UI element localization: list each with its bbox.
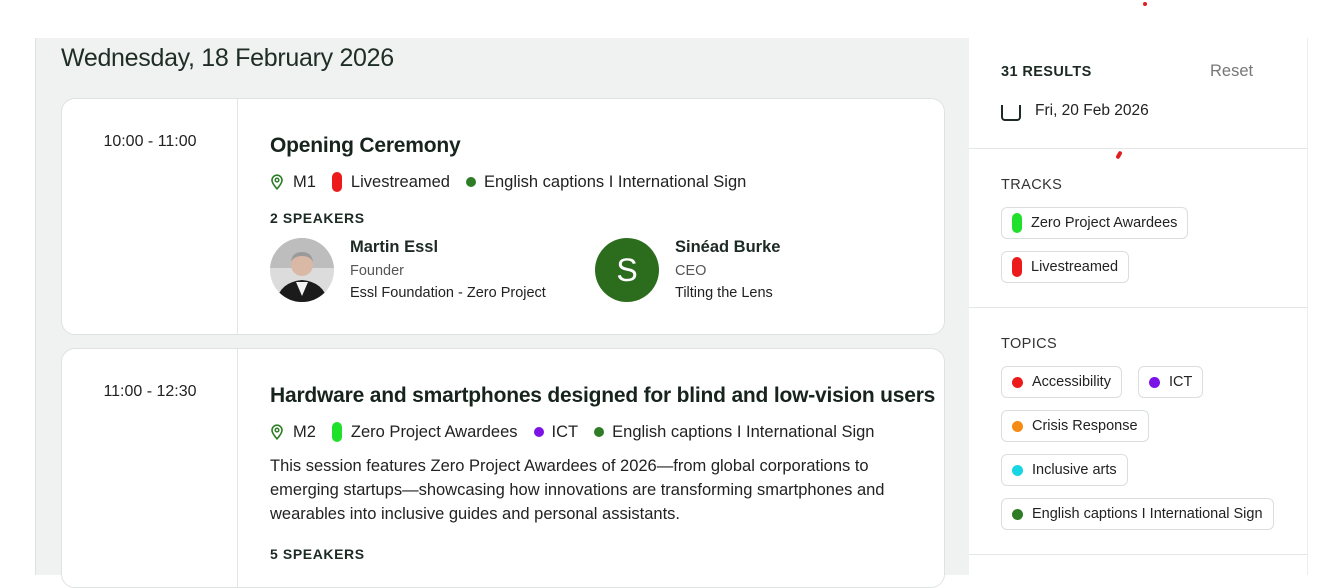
tag-label: English captions I International Sign (483, 172, 747, 191)
livestreamed-pill-icon (331, 172, 342, 192)
location-pin-icon (271, 424, 283, 440)
speakers-label: 5 SPEAKERS (270, 546, 365, 562)
speaker-photo-avatar (270, 238, 334, 302)
green-pill-icon (1012, 213, 1022, 233)
session-time: 11:00 - 12:30 (103, 383, 197, 400)
speaker-name: Martin Essl (350, 238, 439, 256)
filter-label: English captions I International Sign (1032, 506, 1263, 522)
track-filter-livestreamed[interactable]: Livestreamed (1001, 251, 1130, 283)
red-dot-icon (1012, 376, 1023, 388)
time-column: 11:00 - 12:30 (62, 349, 238, 587)
filter-sidebar: 31 RESULTS Reset Fri, 20 Feb 2026 TRACKS… (969, 38, 1307, 575)
date-checkbox[interactable] (1001, 105, 1021, 121)
cyan-dot-icon (1012, 464, 1023, 476)
topics-label: TOPICS (1001, 336, 1058, 352)
reset-button[interactable]: Reset (1210, 62, 1253, 81)
topic-filter-inclusive-arts[interactable]: Inclusive arts (1001, 454, 1128, 486)
speaker-name: Sinéad Burke (675, 238, 781, 256)
tag-label: English captions I International Sign (612, 422, 875, 441)
track-tag: Zero Project Awardees (331, 422, 518, 442)
topic-tag: ICT (533, 422, 579, 442)
speaker-org: Essl Foundation - Zero Project (350, 285, 546, 301)
session-description: This session features Zero Project Award… (270, 457, 885, 523)
location-pin-icon (271, 174, 283, 190)
red-pill-icon (1012, 257, 1022, 277)
location-label: M2 (293, 422, 316, 441)
topic-filter-ict[interactable]: ICT (1138, 366, 1204, 398)
captions-dot-icon (465, 177, 476, 187)
filter-label: Inclusive arts (1032, 462, 1117, 478)
topic-tag: English captions I International Sign (594, 423, 874, 442)
page-edge (1307, 38, 1325, 575)
speakers-list: Martin Essl Founder Essl Foundation - Ze… (270, 238, 924, 308)
topic-filter-english-captions[interactable]: English captions I International Sign (1001, 498, 1274, 530)
purple-dot-icon (1149, 376, 1160, 388)
session-time: 10:00 - 11:00 (103, 133, 197, 150)
topic-filter-accessibility[interactable]: Accessibility (1001, 366, 1122, 398)
time-column: 10:00 - 11:00 (62, 99, 238, 334)
speakers-label: 2 SPEAKERS (270, 210, 365, 226)
session-title[interactable]: Opening Ceremony (270, 134, 924, 158)
track-filter-zero-project-awardees[interactable]: Zero Project Awardees (1001, 207, 1189, 239)
speaker-letter-avatar: S (595, 238, 659, 302)
location-label: M1 (293, 172, 316, 191)
tag-label: Zero Project Awardees (350, 422, 518, 441)
topic-tag: English captions I International Sign (465, 172, 747, 192)
filter-label: Livestreamed (1031, 259, 1119, 275)
tag-label: ICT (551, 422, 579, 441)
divider (969, 554, 1307, 555)
divider (969, 148, 1307, 149)
location: M2 (270, 423, 316, 442)
location: M1 (270, 173, 316, 192)
captions-dot-icon (594, 427, 605, 437)
red-mark (1115, 150, 1123, 160)
ict-dot-icon (533, 427, 544, 437)
speaker-role: CEO (675, 263, 707, 279)
topic-filter-crisis-response[interactable]: Crisis Response (1001, 410, 1149, 442)
speaker-role: Founder (350, 263, 405, 279)
orange-dot-icon (1012, 420, 1023, 432)
speaker-info: Sinéad Burke CEO Tilting the Lens (675, 238, 780, 301)
speaker-info: Martin Essl Founder Essl Foundation - Ze… (350, 238, 546, 301)
filter-label: Zero Project Awardees (1031, 215, 1178, 231)
session-card[interactable]: 11:00 - 12:30 Hardware and smartphones d… (61, 348, 945, 588)
session-content: Opening Ceremony M1 Livestreamed English… (270, 134, 924, 308)
top-bar (0, 0, 1325, 38)
filter-label: ICT (1169, 374, 1193, 390)
track-tag: Livestreamed (331, 172, 450, 192)
divider (969, 307, 1307, 308)
green-dot-icon (1012, 508, 1023, 520)
red-dot-mark (1143, 2, 1147, 6)
results-count: 31 RESULTS (1001, 64, 1092, 80)
speaker-org: Tilting the Lens (675, 285, 773, 301)
date-option-label[interactable]: Fri, 20 Feb 2026 (1035, 102, 1149, 120)
session-card[interactable]: 10:00 - 11:00 Opening Ceremony M1 Livest… (61, 98, 945, 335)
tag-label: Livestreamed (350, 172, 450, 191)
session-content: Hardware and smartphones designed for bl… (270, 384, 935, 562)
filter-label: Accessibility (1032, 374, 1111, 390)
date-heading: Wednesday, 18 February 2026 (61, 44, 394, 72)
awardees-pill-icon (331, 422, 342, 442)
session-meta: M2 Zero Project Awardees ICT English cap… (270, 422, 924, 442)
session-meta: M1 Livestreamed English captions I Inter… (270, 172, 924, 192)
session-title[interactable]: Hardware and smartphones designed for bl… (270, 384, 935, 408)
tracks-label: TRACKS (1001, 177, 1063, 193)
agenda-main: Wednesday, 18 February 2026 10:00 - 11:0… (35, 38, 969, 588)
filter-label: Crisis Response (1032, 418, 1138, 434)
